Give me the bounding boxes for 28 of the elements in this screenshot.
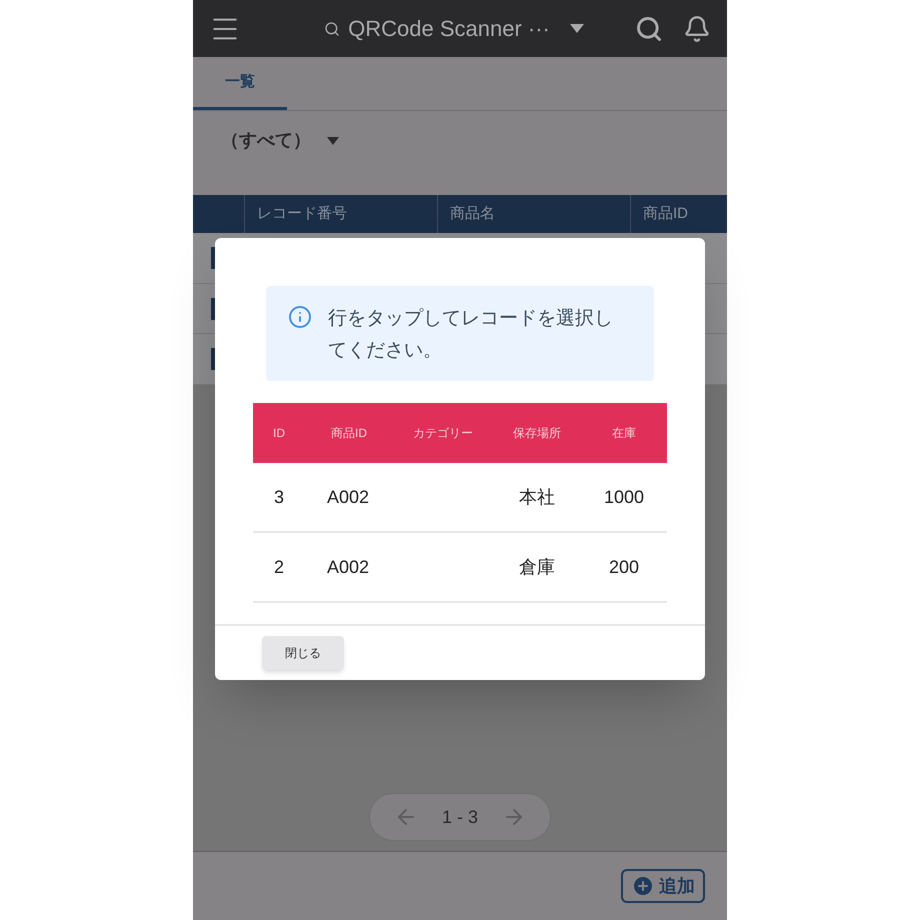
table-cell: 200 xyxy=(608,556,640,576)
info-icon xyxy=(288,305,312,329)
table-row[interactable]: 2 A002 倉庫 200 xyxy=(253,533,667,603)
table-cell: 本社 xyxy=(519,486,555,506)
table-cell: 1000 xyxy=(604,486,644,506)
column-header: 在庫 xyxy=(611,425,637,442)
table-cell: A002 xyxy=(327,486,370,506)
column-header: カテゴリー xyxy=(412,425,474,442)
caret-icon xyxy=(327,136,339,144)
bell-icon[interactable] xyxy=(683,14,711,42)
plus-icon xyxy=(631,874,655,898)
column-header: ID xyxy=(272,425,286,442)
table-cell: 3 xyxy=(274,486,284,506)
search-icon[interactable] xyxy=(635,14,663,42)
filter-dropdown[interactable]: （すべて） xyxy=(221,127,339,154)
info-message: 行をタップしてレコードを選択してください。 xyxy=(328,307,614,363)
column-header: 保存場所 xyxy=(512,425,562,442)
table-cell: 倉庫 xyxy=(519,556,555,576)
page-range: 1 - 3 xyxy=(442,806,478,828)
table-row[interactable]: 3 A002 本社 1000 xyxy=(253,463,667,533)
table-cell: A002 xyxy=(327,556,370,576)
caret-icon[interactable] xyxy=(570,24,584,34)
column-header: 商品ID xyxy=(642,204,689,224)
table-cell: 2 xyxy=(274,556,284,576)
app-title: QRCode Scanner ··· xyxy=(348,15,550,43)
close-button[interactable]: 閉じる xyxy=(262,636,344,670)
column-header: 商品ID xyxy=(330,425,368,442)
magnifier-icon xyxy=(324,20,340,36)
